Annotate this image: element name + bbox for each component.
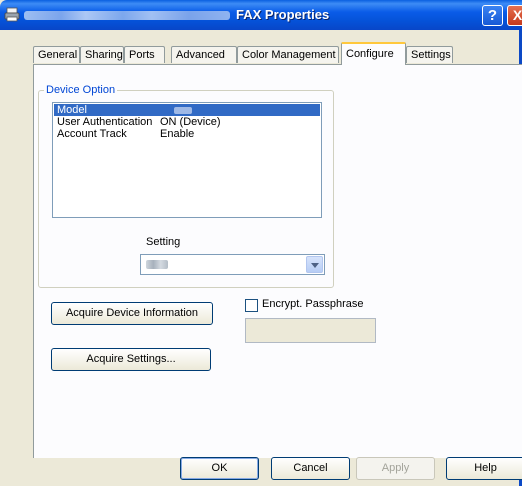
- encrypt-passphrase-checkbox[interactable]: [245, 299, 258, 312]
- title-bar[interactable]: FAX Properties ? X: [0, 0, 522, 30]
- tab-advanced[interactable]: Advanced: [171, 46, 237, 63]
- device-option-list[interactable]: Model User Authentication ON (Device) Ac…: [52, 102, 322, 218]
- device-option-legend: Device Option: [46, 84, 116, 96]
- passphrase-field[interactable]: [245, 318, 376, 343]
- option-value: ON (Device): [160, 116, 221, 128]
- printer-icon: [4, 7, 20, 22]
- blurred-model-value: [174, 107, 192, 114]
- setting-dropdown[interactable]: [140, 254, 325, 275]
- chevron-down-icon[interactable]: [306, 256, 323, 273]
- option-name: User Authentication: [57, 116, 153, 128]
- tab-settings[interactable]: Settings: [406, 46, 453, 63]
- acquire-settings-button[interactable]: Acquire Settings...: [51, 348, 211, 371]
- ok-button[interactable]: OK: [180, 457, 259, 480]
- tab-sharing[interactable]: Sharing: [80, 46, 124, 63]
- close-button[interactable]: X: [507, 5, 522, 26]
- option-name: Account Track: [57, 128, 127, 140]
- tab-configure[interactable]: Configure: [341, 42, 406, 65]
- blurred-printer-name: [24, 11, 230, 20]
- list-item[interactable]: Account Track Enable: [54, 128, 320, 140]
- properties-dialog: FAX Properties ? X General Sharing Ports…: [0, 0, 522, 486]
- tab-color-management[interactable]: Color Management: [237, 46, 339, 63]
- list-item[interactable]: User Authentication ON (Device): [54, 116, 320, 128]
- help-title-button[interactable]: ?: [482, 5, 503, 26]
- encrypt-passphrase-label: Encrypt. Passphrase: [262, 298, 364, 310]
- option-name: Model: [57, 104, 87, 116]
- cancel-button[interactable]: Cancel: [271, 457, 350, 480]
- tab-ports[interactable]: Ports: [124, 46, 165, 63]
- help-button[interactable]: Help: [446, 457, 522, 480]
- list-item[interactable]: Model: [54, 104, 320, 116]
- apply-button[interactable]: Apply: [356, 457, 435, 480]
- acquire-device-information-button[interactable]: Acquire Device Information: [51, 302, 213, 325]
- blurred-setting-value: [146, 260, 168, 269]
- setting-label: Setting: [146, 236, 181, 248]
- window-title: FAX Properties: [236, 7, 330, 22]
- tab-general[interactable]: General: [33, 46, 80, 63]
- option-value: Enable: [160, 128, 195, 140]
